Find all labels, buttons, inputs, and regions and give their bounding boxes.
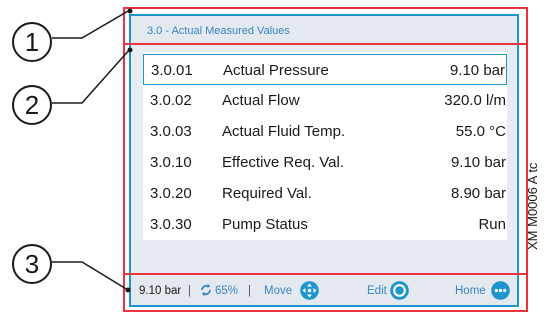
figure-id-text: XM M0006 A tc [525, 162, 540, 250]
callout-1: 1 [12, 22, 52, 62]
callout-number: 2 [24, 90, 40, 120]
annotation-frame-header [123, 7, 528, 45]
annotation-frame-footer [123, 273, 528, 312]
callout-3: 3 [12, 244, 52, 284]
callout-number: 3 [24, 249, 40, 279]
annotation-frame-outer [123, 7, 528, 312]
display-diagram: 3.0 - Actual Measured Values 3.0.01 Actu… [0, 0, 545, 313]
callout-number: 1 [24, 27, 40, 57]
callout-2: 2 [12, 85, 52, 125]
